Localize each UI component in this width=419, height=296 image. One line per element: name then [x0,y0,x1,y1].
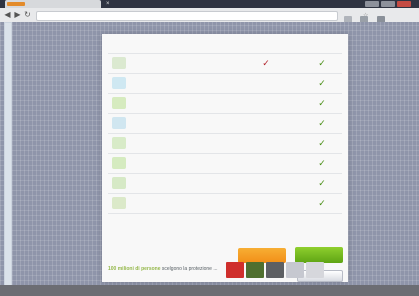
feature-row-3: ✓ [108,94,342,112]
footer-strong-text: 100 milioni di persone [108,266,161,272]
check-icon: ✓ [318,58,326,68]
feature-row-8: ✓ [108,194,342,212]
green-promo [295,239,343,245]
minimize-icon[interactable] [365,1,379,7]
feature-text [136,158,248,168]
empty-check [261,158,271,168]
lock-icon [112,97,126,109]
comparison-card: ✓ ✓ ✓ ✓ ✓ ✓ ✓ ✓ ✓ 100 milioni di persone… [102,34,348,282]
comparison-header [102,34,348,53]
check-icon: ✓ [318,138,326,148]
check-icon: ✓ [318,158,326,168]
feature-text [136,98,248,108]
shield-icon [112,57,126,69]
mail-icon [112,177,126,189]
family-icon [112,137,126,149]
award-logo-1 [226,262,244,278]
close-icon[interactable] [397,1,411,7]
feature-text [136,198,248,208]
empty-check [261,138,271,148]
feature-text [136,138,248,148]
empty-check [261,198,271,208]
check-icon: ✓ [318,78,326,88]
feature-row-6: ✓ [108,154,342,172]
site-icon [7,2,25,6]
globe-icon [112,117,126,129]
reload-icon[interactable]: ↻ [23,10,32,19]
check-icon: ✓ [318,118,326,128]
feature-row-2: ✓ [108,74,342,92]
browser-tab[interactable] [5,0,101,8]
feature-row-5: ✓ [108,134,342,152]
address-bar[interactable]: ☆ [36,11,368,21]
feature-text [136,178,248,188]
settings-icon [112,197,126,209]
empty-check [261,118,271,128]
check-icon: ✓ [318,178,326,188]
left-panel [4,22,12,286]
maximize-icon[interactable] [381,1,395,7]
footer-text: 100 milioni di persone scelgono la prote… [108,266,223,280]
check-icon: ✓ [262,58,270,68]
empty-check [261,178,271,188]
empty-check [261,78,271,88]
back-icon[interactable]: ◀ [3,10,12,19]
browser-toolbar: ◀ ▶ ↻ ☆ [0,8,419,24]
bottom-bar [0,285,419,296]
feature-row-1: ✓ ✓ [108,54,342,72]
check-icon: ✓ [318,98,326,108]
toolbar-icons [344,11,404,24]
award-logo-5 [306,262,324,278]
empty-check [261,98,271,108]
network-icon [112,77,126,89]
forward-icon[interactable]: ▶ [13,10,22,19]
award-logo-2 [246,262,264,278]
feature-text [136,58,248,68]
microsoft-logo [266,262,284,278]
browser-top-bar: × [0,0,419,8]
feature-row-7: ✓ [108,174,342,192]
award-logo-4 [286,262,304,278]
check-icon: ✓ [318,198,326,208]
award-logos [226,260,342,280]
feature-text [136,118,248,128]
tab-close-icon[interactable]: × [106,1,112,7]
feature-text [136,78,248,88]
row-divider [108,213,342,214]
feature-row-4: ✓ [108,114,342,132]
monitor-icon [112,157,126,169]
footer-rest-text: scelgono la protezione ... [161,266,218,272]
